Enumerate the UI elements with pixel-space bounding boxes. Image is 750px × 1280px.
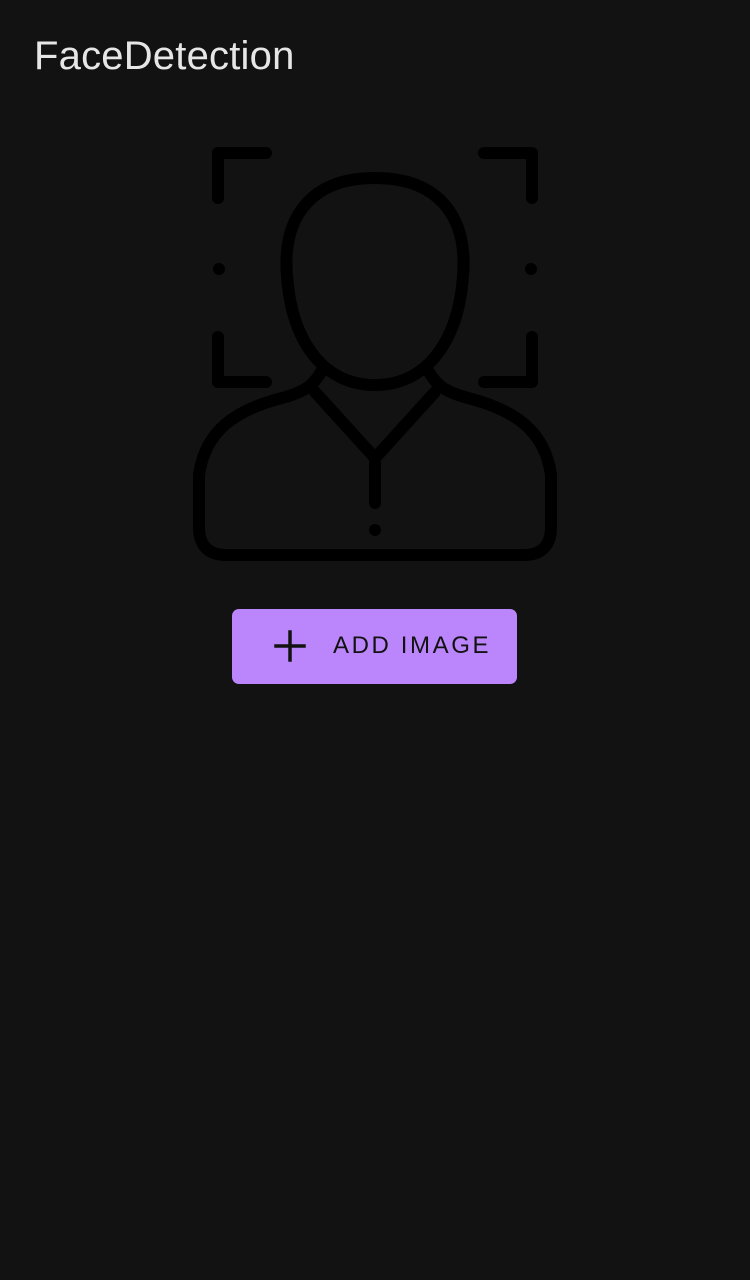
scan-corner-top-right-icon <box>478 147 538 204</box>
button-dot-icon <box>369 524 381 536</box>
scan-dot-right-icon <box>525 263 537 275</box>
collar-icon <box>309 386 441 464</box>
scan-dot-left-icon <box>213 263 225 275</box>
face-detection-icon <box>193 147 557 561</box>
scan-corner-bottom-left-icon <box>212 331 272 388</box>
head-outline-icon <box>280 172 470 391</box>
add-image-button[interactable]: ADD IMAGE <box>232 609 517 684</box>
plus-icon <box>274 630 306 662</box>
scan-corner-top-left-icon <box>212 147 272 204</box>
add-image-label: ADD IMAGE <box>333 632 492 659</box>
scan-corner-bottom-right-icon <box>478 331 538 388</box>
